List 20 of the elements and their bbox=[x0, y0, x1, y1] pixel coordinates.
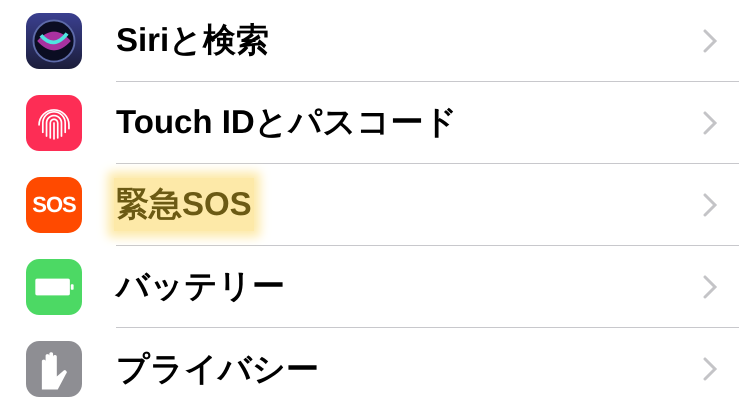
chevron-icon bbox=[703, 28, 717, 52]
row-label: プライバシー bbox=[115, 348, 320, 388]
row-label: バッテリー bbox=[114, 266, 286, 306]
settings-row[interactable]: Siriと検索 bbox=[0, 0, 739, 82]
siri-icon bbox=[26, 13, 82, 69]
chevron-icon bbox=[703, 274, 717, 298]
row-label: Siriと検索 bbox=[115, 20, 270, 60]
row-label: Touch IDとパスコード bbox=[115, 102, 459, 142]
settings-row[interactable]: SOS 緊急SOS bbox=[0, 164, 739, 246]
sos-icon: SOS bbox=[26, 177, 82, 233]
row-label: 緊急SOS bbox=[114, 178, 254, 231]
chevron-icon bbox=[703, 357, 717, 381]
settings-row[interactable]: バッテリー bbox=[0, 246, 739, 328]
settings-row[interactable]: プライバシー bbox=[0, 328, 739, 410]
fingerprint-icon bbox=[26, 95, 82, 151]
settings-row[interactable]: Touch IDとパスコード bbox=[0, 82, 739, 164]
chevron-icon bbox=[703, 192, 717, 216]
battery-icon bbox=[26, 259, 82, 315]
hand-icon bbox=[26, 341, 82, 397]
chevron-icon bbox=[703, 110, 717, 134]
